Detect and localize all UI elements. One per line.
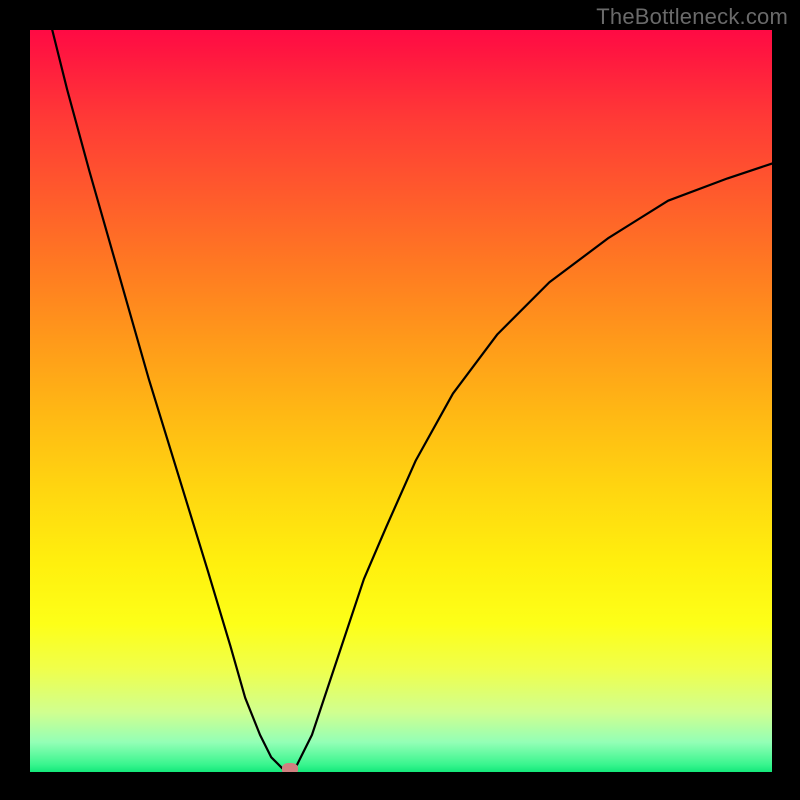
curve-layer (30, 30, 772, 772)
watermark-text: TheBottleneck.com (596, 4, 788, 30)
optimal-point-marker (282, 763, 298, 772)
plot-area (30, 30, 772, 772)
bottleneck-curve (52, 30, 772, 772)
